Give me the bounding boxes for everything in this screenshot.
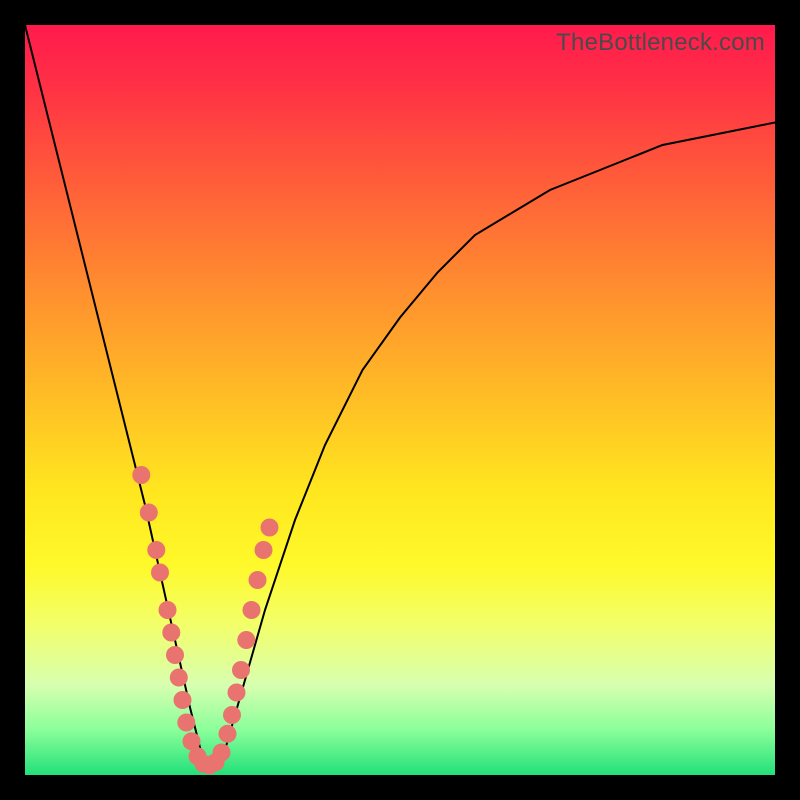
- bead-icon: [223, 706, 241, 724]
- bead-icon: [151, 564, 169, 582]
- bead-icon: [232, 661, 250, 679]
- bead-icon: [228, 684, 246, 702]
- bead-icon: [140, 504, 158, 522]
- curve-path: [25, 25, 775, 768]
- bead-icon: [162, 624, 180, 642]
- bead-icon: [237, 631, 255, 649]
- bead-icon: [255, 541, 273, 559]
- bead-group: [132, 466, 278, 774]
- bead-icon: [174, 691, 192, 709]
- bead-icon: [147, 541, 165, 559]
- bottleneck-curve: [25, 25, 775, 775]
- bead-icon: [213, 744, 231, 762]
- bead-icon: [159, 601, 177, 619]
- plot-area: TheBottleneck.com: [25, 25, 775, 775]
- bead-icon: [132, 466, 150, 484]
- bead-icon: [166, 646, 184, 664]
- bead-icon: [261, 519, 279, 537]
- outer-frame: TheBottleneck.com: [0, 0, 800, 800]
- bead-icon: [219, 725, 237, 743]
- bead-icon: [170, 669, 188, 687]
- bead-icon: [177, 714, 195, 732]
- bead-icon: [243, 601, 261, 619]
- bead-icon: [249, 571, 267, 589]
